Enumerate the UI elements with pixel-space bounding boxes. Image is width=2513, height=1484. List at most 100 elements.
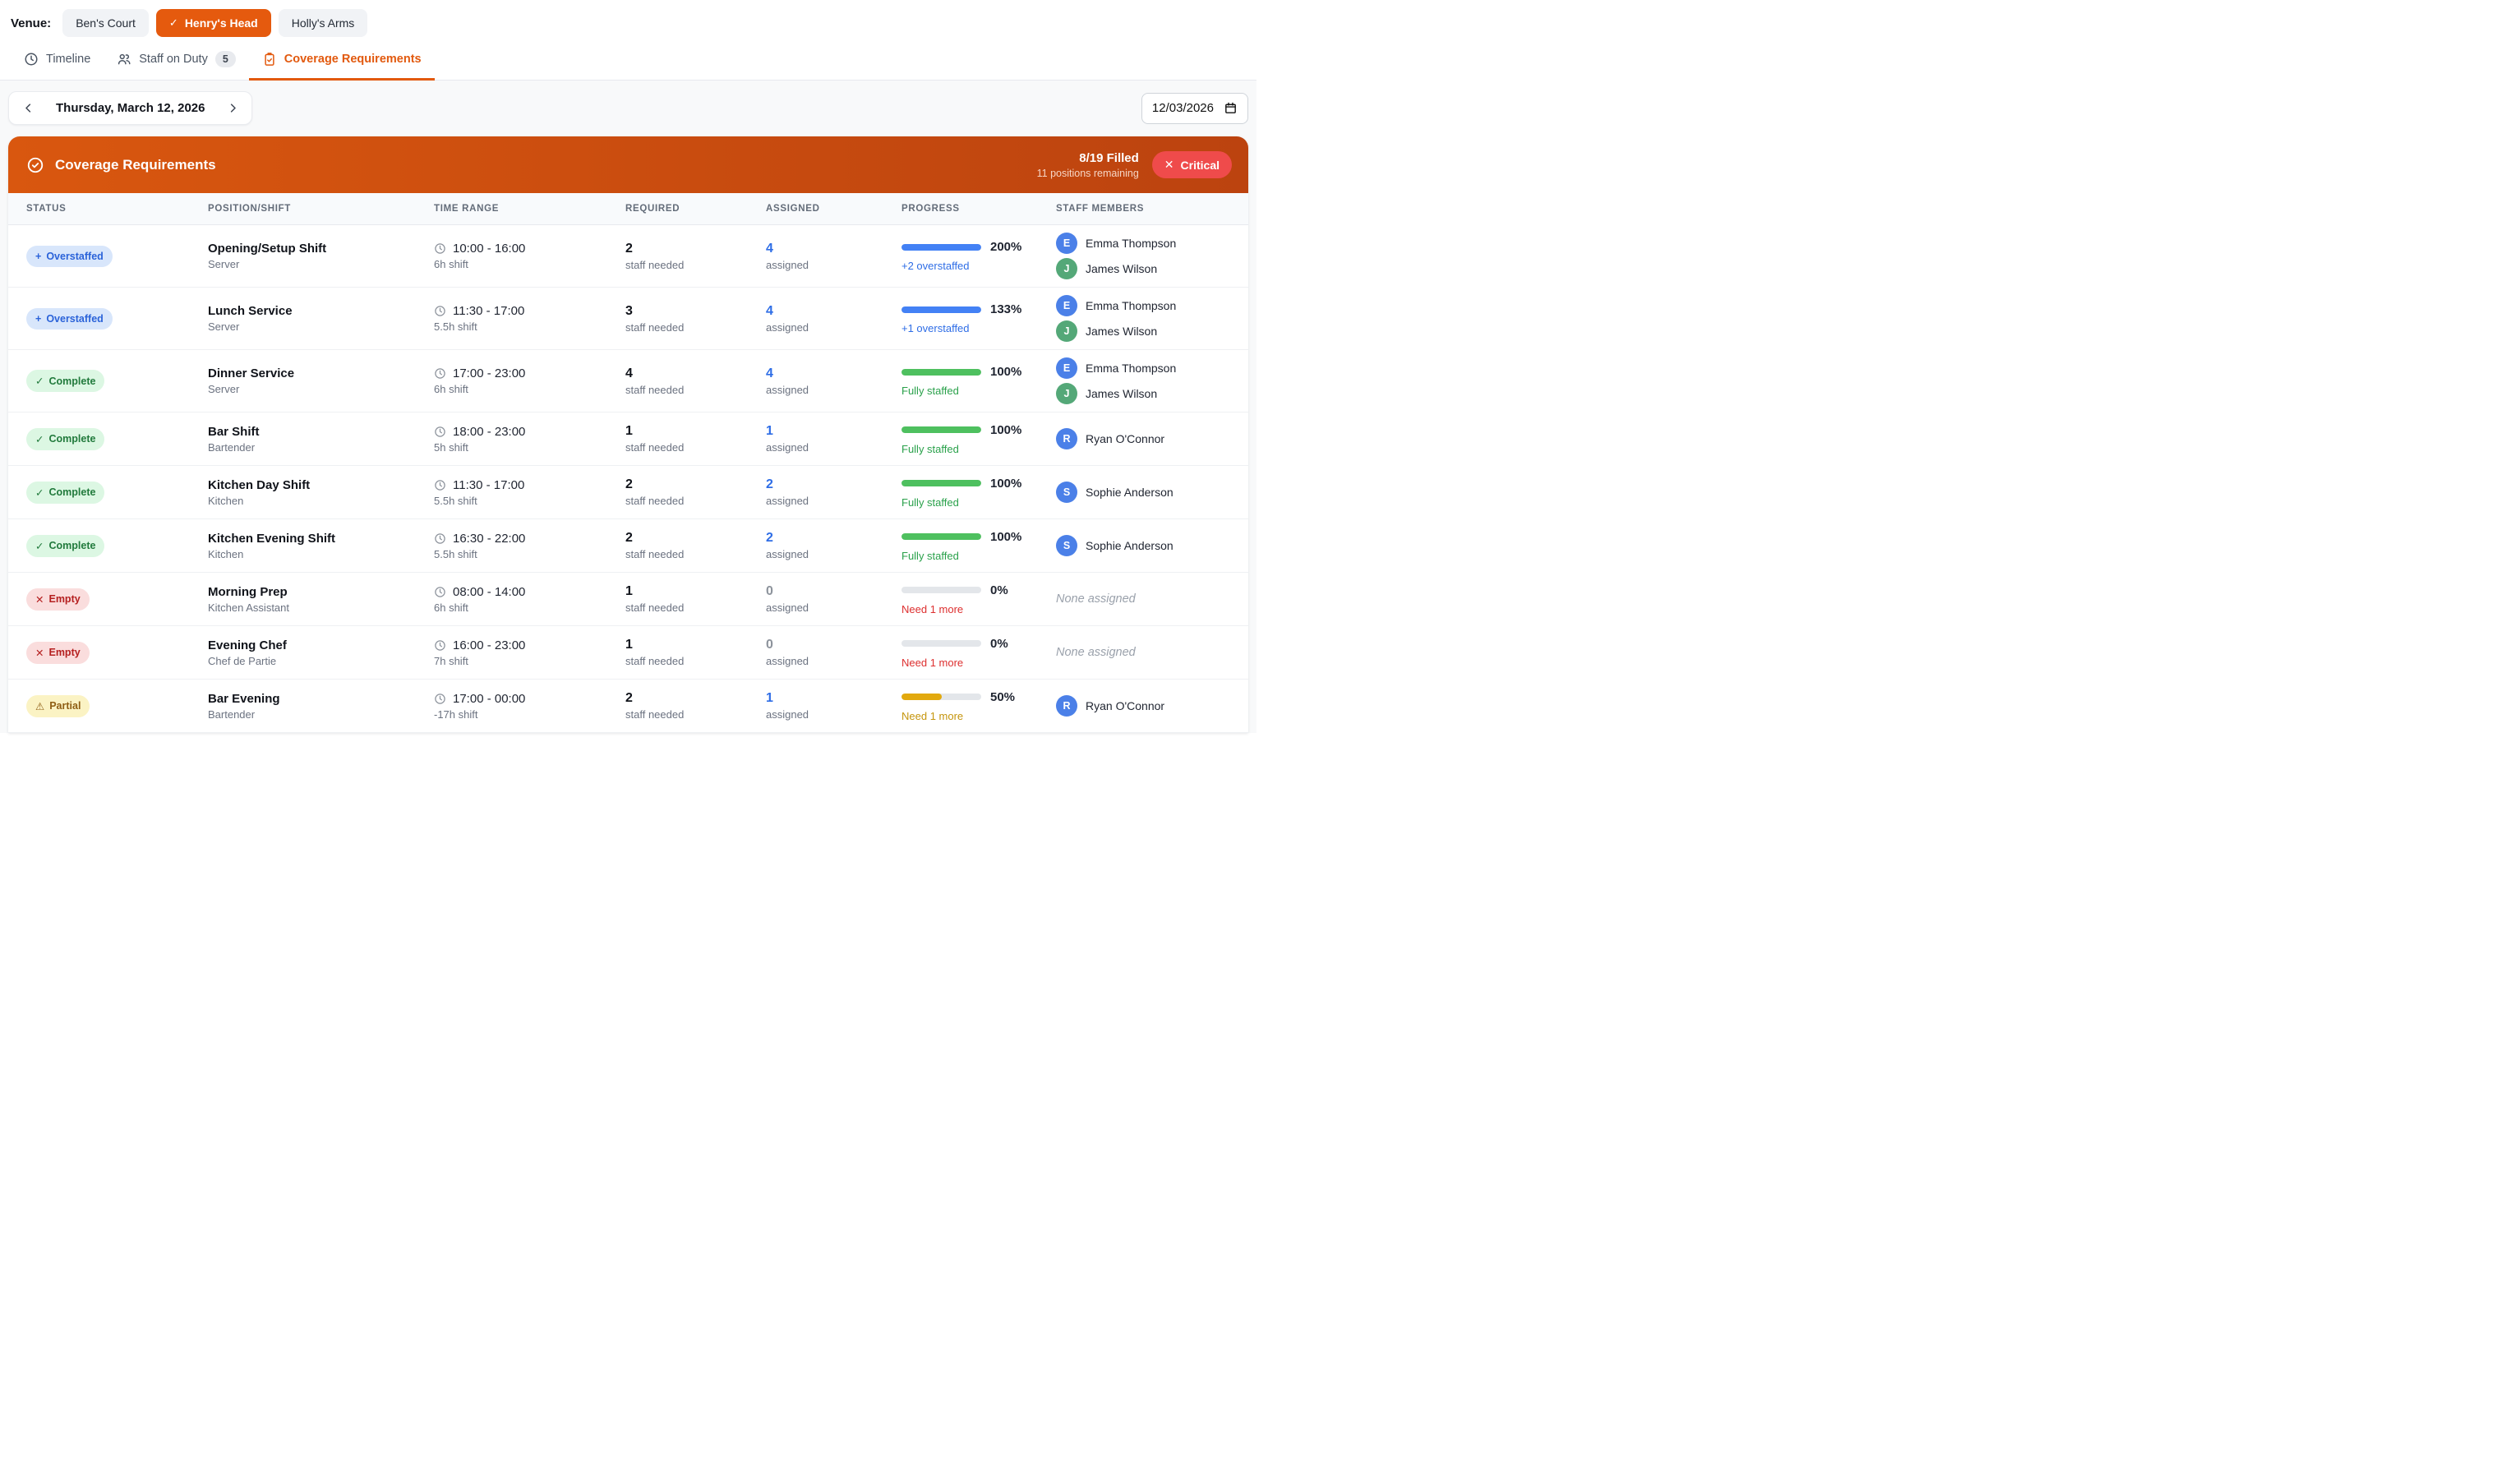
status-cell: ✕ Empty bbox=[26, 588, 208, 611]
assigned-cell: 4 assigned bbox=[766, 304, 901, 334]
staff-member: J James Wilson bbox=[1056, 383, 1248, 404]
staff-count-badge: 5 bbox=[214, 51, 236, 67]
avatar: E bbox=[1056, 357, 1077, 379]
required-count: 2 bbox=[625, 241, 633, 256]
status-badge: ✕ Empty bbox=[26, 641, 90, 664]
progress-cell: 100% Fully staffed bbox=[901, 530, 1056, 562]
status-icon: ✓ bbox=[35, 376, 44, 387]
assigned-cell: 1 assigned bbox=[766, 424, 901, 454]
status-badge: ✓ Complete bbox=[26, 481, 105, 504]
required-cell: 4 staff needed bbox=[625, 366, 766, 396]
assigned-count[interactable]: 1 bbox=[766, 691, 901, 706]
assigned-sublabel: assigned bbox=[766, 383, 809, 396]
time-cell: 16:00 - 23:00 7h shift bbox=[434, 638, 625, 667]
time-range: 10:00 - 16:00 bbox=[453, 242, 526, 256]
clock-icon bbox=[435, 426, 445, 437]
time-range: 08:00 - 14:00 bbox=[453, 584, 526, 599]
required-sublabel: staff needed bbox=[625, 655, 685, 667]
position-role: Server bbox=[208, 320, 240, 333]
staff-member: J James Wilson bbox=[1056, 320, 1248, 342]
progress-bar bbox=[901, 480, 981, 486]
progress-status: Need 1 more bbox=[901, 709, 964, 722]
position-title: Evening Chef bbox=[208, 638, 287, 652]
assigned-count[interactable]: 1 bbox=[766, 424, 901, 439]
positions-remaining: 11 positions remaining bbox=[1036, 167, 1139, 179]
assigned-count[interactable]: 4 bbox=[766, 304, 901, 319]
assigned-cell: 0 assigned bbox=[766, 584, 901, 614]
staff-name: James Wilson bbox=[1086, 262, 1158, 275]
table-row: ✓ Complete Kitchen Day Shift Kitchen 11:… bbox=[8, 466, 1248, 519]
staff-name: Sophie Anderson bbox=[1086, 539, 1174, 552]
position-cell: Dinner Service Server bbox=[208, 366, 434, 395]
required-count: 1 bbox=[625, 638, 633, 652]
progress-percent: 0% bbox=[990, 583, 1008, 597]
previous-day-button[interactable] bbox=[16, 97, 39, 120]
position-cell: Morning Prep Kitchen Assistant bbox=[208, 585, 434, 614]
staff-name: James Wilson bbox=[1086, 325, 1158, 338]
tab-staff-on-duty[interactable]: Staff on Duty 5 bbox=[104, 39, 249, 81]
required-sublabel: staff needed bbox=[625, 441, 685, 454]
staff-member: E Emma Thompson bbox=[1056, 357, 1248, 379]
avatar: E bbox=[1056, 233, 1077, 254]
tab-timeline[interactable]: Timeline bbox=[11, 39, 104, 81]
position-cell: Evening Chef Chef de Partie bbox=[208, 638, 434, 667]
progress-status: Fully staffed bbox=[901, 495, 959, 509]
assigned-cell: 2 assigned bbox=[766, 531, 901, 560]
date-picker-input[interactable]: 12/03/2026 bbox=[1141, 92, 1248, 124]
time-range: 17:00 - 23:00 bbox=[453, 366, 526, 380]
assigned-count[interactable]: 4 bbox=[766, 366, 901, 381]
progress-status: Need 1 more bbox=[901, 656, 964, 669]
assigned-cell: 1 assigned bbox=[766, 691, 901, 721]
required-sublabel: staff needed bbox=[625, 601, 685, 614]
critical-status-badge: ✕ Critical bbox=[1151, 151, 1232, 178]
staff-members-cell: E Emma Thompson J James Wilson bbox=[1056, 357, 1248, 404]
date-navigator: Thursday, March 12, 2026 bbox=[8, 91, 253, 125]
venue-button-henrys-head[interactable]: ✓ Henry's Head bbox=[155, 9, 271, 37]
staff-members-cell: None assigned bbox=[1056, 592, 1248, 606]
progress-percent: 200% bbox=[990, 240, 1022, 254]
clock-icon bbox=[435, 639, 445, 651]
staff-members-cell: S Sophie Anderson bbox=[1056, 482, 1248, 503]
position-role: Kitchen bbox=[208, 494, 244, 507]
assigned-count[interactable]: 4 bbox=[766, 242, 901, 256]
venue-button-bens-court[interactable]: Ben's Court bbox=[62, 9, 149, 37]
status-cell: + Overstaffed bbox=[26, 307, 208, 330]
staff-members-cell: S Sophie Anderson bbox=[1056, 535, 1248, 556]
column-header-position: POSITION/SHIFT bbox=[208, 204, 292, 214]
status-cell: ⚠ Partial bbox=[26, 694, 208, 717]
position-title: Kitchen Day Shift bbox=[208, 477, 311, 492]
assigned-count[interactable]: 2 bbox=[766, 477, 901, 492]
progress-cell: 100% Fully staffed bbox=[901, 477, 1056, 509]
status-badge: ⚠ Partial bbox=[26, 694, 90, 717]
status-icon: + bbox=[35, 312, 42, 325]
progress-bar bbox=[901, 640, 981, 647]
shift-duration: 5.5h shift bbox=[434, 494, 477, 507]
table-row: + Overstaffed Opening/Setup Shift Server… bbox=[8, 225, 1248, 288]
position-cell: Opening/Setup Shift Server bbox=[208, 242, 434, 270]
assigned-sublabel: assigned bbox=[766, 601, 809, 614]
status-icon: + bbox=[35, 250, 42, 262]
assigned-count[interactable]: 2 bbox=[766, 531, 901, 546]
date-picker-value: 12/03/2026 bbox=[1151, 101, 1214, 115]
status-badge: + Overstaffed bbox=[26, 307, 113, 330]
next-day-button[interactable] bbox=[221, 97, 244, 120]
filled-count: 8/19 Filled bbox=[1079, 150, 1139, 165]
assigned-cell: 4 assigned bbox=[766, 366, 901, 396]
tab-coverage-requirements[interactable]: Coverage Requirements bbox=[248, 39, 435, 81]
venue-button-hollys-arms[interactable]: Holly's Arms bbox=[278, 9, 368, 37]
status-badge: ✓ Complete bbox=[26, 534, 105, 557]
assigned-cell: 2 assigned bbox=[766, 477, 901, 507]
staff-name: Emma Thompson bbox=[1086, 299, 1177, 312]
status-label: Empty bbox=[48, 593, 81, 605]
position-role: Bartender bbox=[208, 707, 256, 721]
venue-label: Venue: bbox=[11, 16, 52, 30]
table-header: STATUS POSITION/SHIFT TIME RANGE REQUIRE… bbox=[8, 193, 1248, 225]
progress-percent: 100% bbox=[990, 422, 1022, 437]
none-assigned-label: None assigned bbox=[1056, 646, 1136, 659]
status-label: Complete bbox=[48, 486, 96, 498]
status-cell: + Overstaffed bbox=[26, 245, 208, 267]
status-label: Overstaffed bbox=[46, 312, 104, 325]
required-count: 4 bbox=[625, 366, 633, 380]
avatar: S bbox=[1056, 482, 1077, 503]
shift-duration: -17h shift bbox=[434, 707, 478, 721]
